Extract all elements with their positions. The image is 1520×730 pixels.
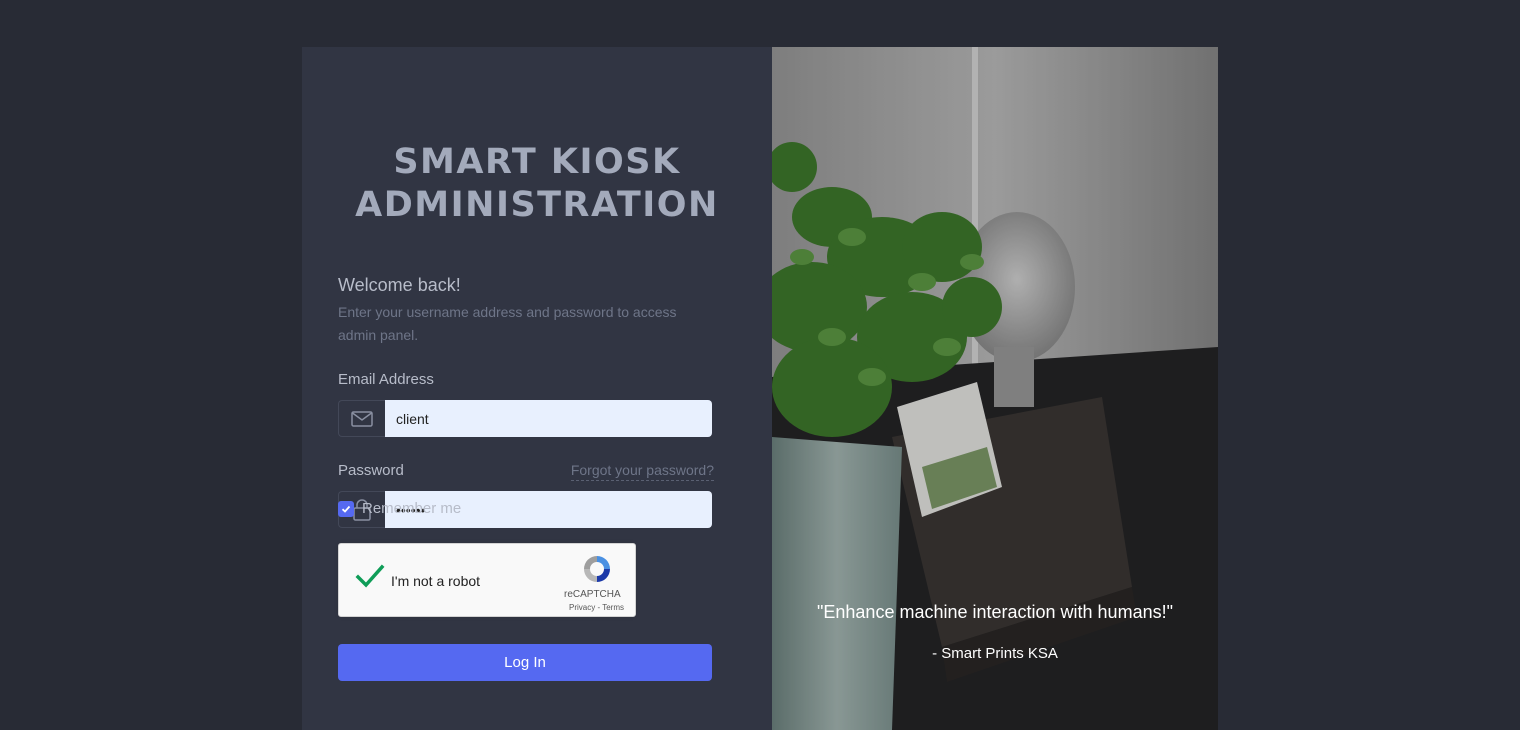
checkmark-icon[interactable] — [355, 564, 385, 590]
recaptcha-brand: reCAPTCHA — [564, 589, 621, 600]
hero-quote: "Enhance machine interaction with humans… — [817, 602, 1173, 622]
login-card: SMART KIOSK ADMINISTRATION Welcome back!… — [302, 47, 1218, 730]
login-button[interactable]: Log In — [338, 644, 712, 681]
recaptcha-links: Privacy - Terms — [569, 603, 624, 612]
login-panel: SMART KIOSK ADMINISTRATION Welcome back!… — [302, 47, 772, 730]
forgot-password-link[interactable]: Forgot your password? — [570, 462, 714, 481]
email-label: Email Address — [338, 371, 434, 388]
remember-label: Remember me — [362, 500, 462, 517]
check-icon — [341, 505, 351, 513]
remember-checkbox[interactable] — [338, 500, 354, 517]
hero-photo — [772, 47, 1218, 730]
recaptcha-label: I'm not a robot — [391, 573, 481, 589]
recaptcha-privacy-link[interactable]: Privacy — [569, 603, 595, 612]
brand-line-2: ADMINISTRATION — [355, 185, 719, 225]
remember-me[interactable]: Remember me — [338, 500, 461, 517]
hero-quote-author: - Smart Prints KSA — [932, 645, 1058, 662]
hero-image-panel: "Enhance machine interaction with humans… — [772, 47, 1218, 730]
brand-title: SMART KIOSK ADMINISTRATION — [302, 141, 772, 227]
email-input[interactable] — [385, 400, 712, 437]
email-field-group — [338, 400, 712, 437]
recaptcha-terms-link[interactable]: Terms — [602, 603, 624, 612]
recaptcha-widget[interactable]: I'm not a robot reCAPTCHA Privacy - Term… — [338, 543, 636, 617]
envelope-icon — [338, 400, 385, 437]
password-label: Password — [338, 462, 404, 479]
welcome-heading: Welcome back! — [338, 275, 461, 295]
welcome-subtitle: Enter your username address and password… — [338, 304, 677, 343]
recaptcha-logo — [584, 556, 610, 582]
brand-line-1: SMART KIOSK — [393, 142, 681, 182]
